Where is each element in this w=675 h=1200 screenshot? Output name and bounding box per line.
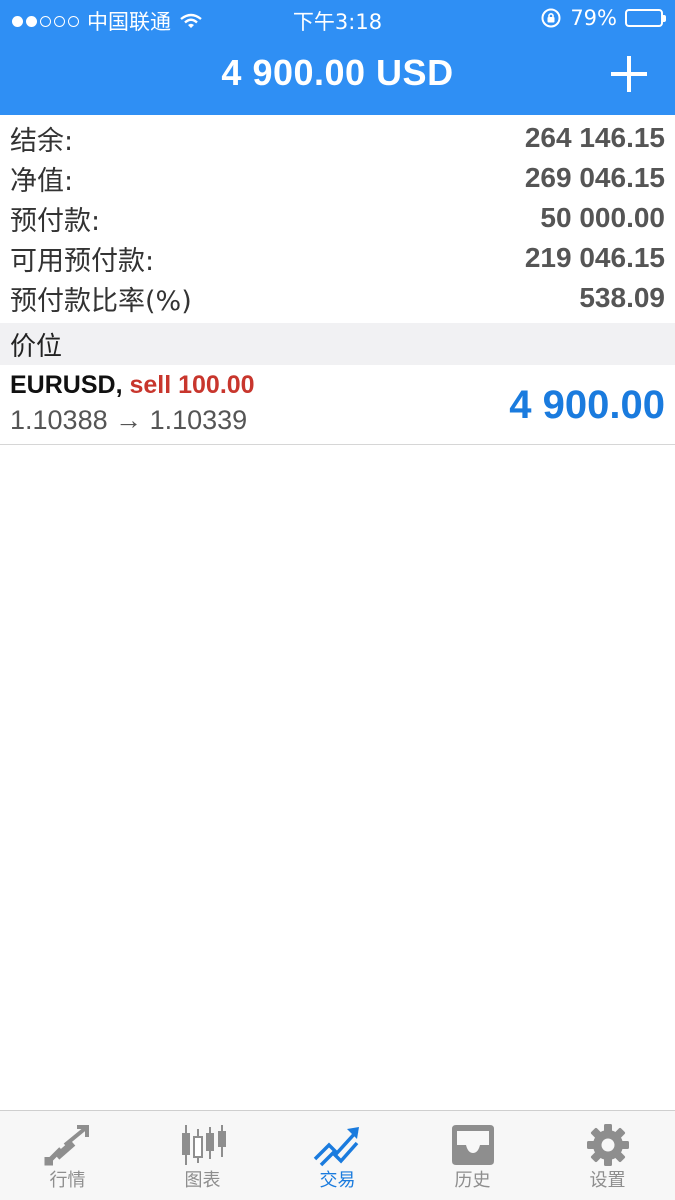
tab-charts[interactable]: 图表 (135, 1111, 270, 1200)
history-inbox-icon (451, 1125, 494, 1165)
balance-label: 结余: (10, 125, 74, 157)
page-title: 4 900.00 USD (221, 52, 454, 93)
positions-section-header: 价位 (0, 323, 675, 365)
margin-level-value: 538.09 (579, 282, 665, 313)
position-row[interactable]: EURUSD, sell 100.00 1.10388 → 1.10339 4 … (0, 365, 675, 445)
add-order-button[interactable] (611, 56, 647, 92)
tab-bar: 行情 图表 交易 历史 设置 (0, 1110, 675, 1200)
trade-trend-icon (313, 1127, 359, 1167)
tab-history[interactable]: 历史 (405, 1111, 540, 1200)
tab-settings-label: 设置 (589, 1170, 626, 1191)
equity-row: 净值: 269 046.15 (0, 158, 675, 198)
tab-trade-label: 交易 (319, 1170, 356, 1191)
margin-row: 预付款: 50 000.00 (0, 198, 675, 238)
tab-trade[interactable]: 交易 (270, 1111, 405, 1200)
battery-percent: 79% (570, 6, 617, 30)
position-header: EURUSD, sell 100.00 (10, 371, 255, 400)
free-margin-value: 219 046.15 (524, 242, 665, 273)
margin-level-label: 预付款比率(%) (10, 285, 192, 317)
position-trade: sell 100.00 (129, 371, 255, 399)
tab-charts-label: 图表 (184, 1170, 221, 1191)
account-summary: 结余: 264 146.15 净值: 269 046.15 预付款: 50 00… (0, 118, 675, 318)
margin-value: 50 000.00 (540, 202, 665, 233)
status-bar: 中国联通 下午3:18 79% (0, 0, 675, 36)
tab-history-label: 历史 (454, 1170, 491, 1191)
status-right: 79% (540, 6, 666, 30)
margin-label: 预付款: (10, 205, 101, 237)
gear-icon (586, 1124, 629, 1166)
free-margin-label: 可用预付款: (10, 245, 155, 277)
battery-icon (625, 9, 666, 27)
balance-row: 结余: 264 146.15 (0, 118, 675, 158)
tab-settings[interactable]: 设置 (540, 1111, 675, 1200)
position-prices: 1.10388 → 1.10339 (10, 405, 248, 435)
quotes-arrows-icon (44, 1125, 89, 1166)
orientation-lock-icon (541, 8, 561, 28)
balance-value: 264 146.15 (524, 122, 665, 153)
equity-label: 净值: (10, 165, 74, 197)
margin-level-row: 预付款比率(%) 538.09 (0, 278, 675, 318)
candlestick-chart-icon (181, 1125, 226, 1165)
tab-quotes[interactable]: 行情 (0, 1111, 135, 1200)
top-bar: 中国联通 下午3:18 79% 4 900.00 USD (0, 0, 675, 115)
tab-quotes-label: 行情 (49, 1170, 86, 1191)
equity-value: 269 046.15 (524, 162, 665, 193)
free-margin-row: 可用预付款: 219 046.15 (0, 238, 675, 278)
position-symbol: EURUSD, (10, 371, 123, 399)
position-profit: 4 900.00 (509, 383, 665, 427)
